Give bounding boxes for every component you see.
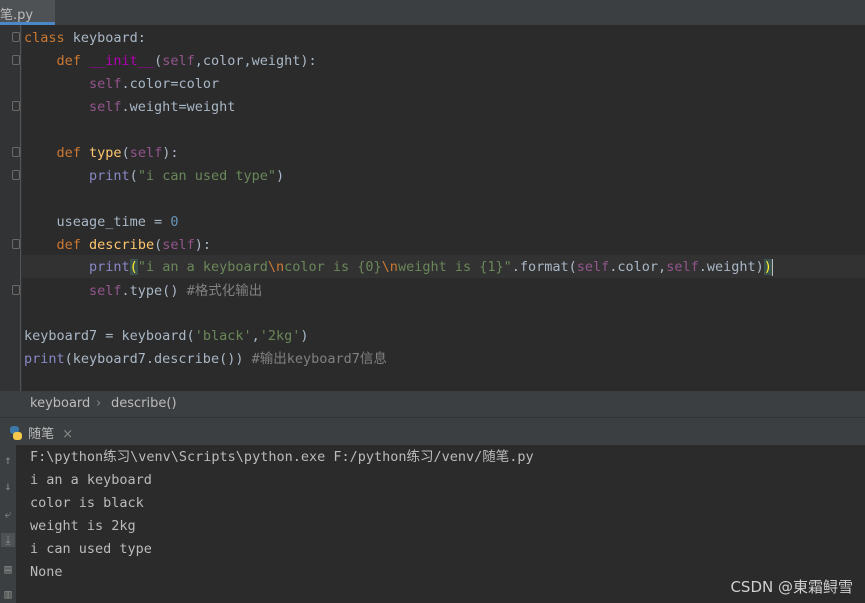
code-editor[interactable]: class keyboard: def __init__(self,color,… xyxy=(0,25,865,391)
fold-marker-icon[interactable] xyxy=(12,55,20,65)
fold-marker-icon[interactable] xyxy=(12,239,20,249)
scroll-to-end-icon[interactable]: ⤓ xyxy=(1,533,15,547)
code-line: self.type() #格式化输出 xyxy=(89,283,263,299)
code-line: print(keyboard7.describe()) #输出keyboard7… xyxy=(24,351,387,367)
breadcrumb-item-describe[interactable]: describe() xyxy=(111,396,177,411)
watermark: CSDN @東霜鲟雪 xyxy=(730,578,853,596)
close-icon[interactable]: × xyxy=(62,427,73,442)
trash-icon[interactable]: ▥ xyxy=(1,587,15,601)
fold-marker-icon[interactable] xyxy=(12,101,20,111)
soft-wrap-icon[interactable]: ⤶ xyxy=(1,507,15,521)
console-line: color is black xyxy=(30,495,144,511)
run-tab[interactable]: 随笔 × xyxy=(8,423,73,442)
breadcrumb-separator: › xyxy=(96,396,102,411)
code-line: def type(self): xyxy=(56,145,179,161)
code-line: def __init__(self,color,weight): xyxy=(56,53,317,69)
fold-marker-icon[interactable] xyxy=(12,32,20,42)
console-line: F:\python练习\venv\Scripts\python.exe F:/p… xyxy=(30,449,534,465)
console-line: i can used type xyxy=(30,541,152,557)
console-line: i an a keyboard xyxy=(30,472,152,488)
up-arrow-icon[interactable]: ↑ xyxy=(1,453,15,467)
code-line: def describe(self): xyxy=(56,237,211,253)
gutter-divider xyxy=(20,25,21,391)
python-icon xyxy=(10,426,22,440)
run-tab-label: 随笔 xyxy=(28,427,55,442)
code-line: useage_time = 0 xyxy=(56,214,179,230)
file-tab-label: 笔.py xyxy=(0,8,34,23)
code-line: self.weight=weight xyxy=(89,99,236,115)
console-toolbar: ↑ ↓ ⤶ ⤓ ▤ ▥ xyxy=(0,445,16,603)
fold-marker-icon[interactable] xyxy=(12,285,20,295)
print-icon[interactable]: ▤ xyxy=(1,562,15,576)
fold-marker-icon[interactable] xyxy=(12,170,20,180)
breadcrumb: keyboard › describe() xyxy=(0,391,865,417)
editor-tab-bar: 笔.py xyxy=(0,0,865,25)
breadcrumb-item-keyboard[interactable]: keyboard xyxy=(30,396,90,411)
console-line: weight is 2kg xyxy=(30,518,136,534)
fold-marker-icon[interactable] xyxy=(12,147,20,157)
file-tab[interactable]: 笔.py xyxy=(0,0,55,25)
gutter xyxy=(0,25,22,391)
code-line: keyboard7 = keyboard('black','2kg') xyxy=(24,328,309,344)
code-line-current: print("i an a keyboard\ncolor is {0}\nwe… xyxy=(89,258,773,276)
code-line: print("i can used type") xyxy=(89,168,285,184)
run-console[interactable]: ↑ ↓ ⤶ ⤓ ▤ ▥ F:\python练习\venv\Scripts\pyt… xyxy=(0,445,865,603)
text-caret xyxy=(771,258,773,276)
console-line: None xyxy=(30,564,63,580)
run-tool-window-header: 随笔 × xyxy=(0,417,865,446)
down-arrow-icon[interactable]: ↓ xyxy=(1,479,15,493)
code-line: self.color=color xyxy=(89,76,220,92)
code-line: class keyboard: xyxy=(24,30,146,46)
